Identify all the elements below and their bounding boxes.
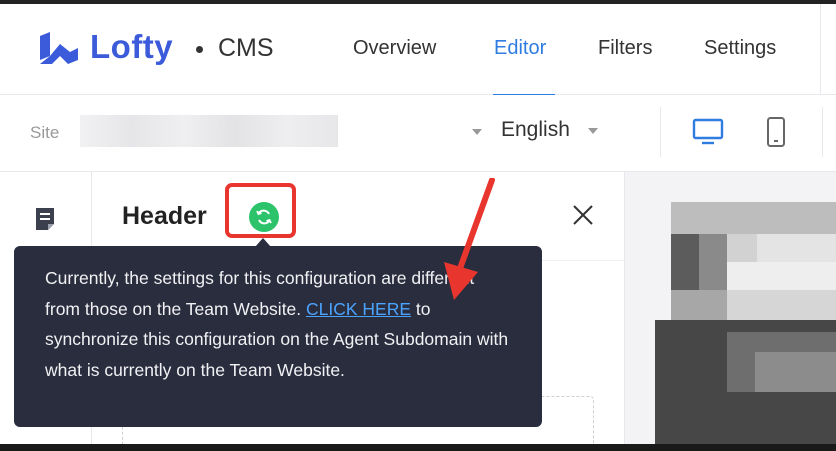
preview-block [727, 290, 836, 320]
tab-settings[interactable]: Settings [704, 37, 776, 60]
top-navigation: Lofty CMS Overview Editor Filters Settin… [0, 4, 836, 97]
preview-block [757, 234, 836, 262]
site-label: Site [30, 123, 60, 142]
annotation-arrow-icon [444, 178, 495, 300]
editor-toolbar: Site English [0, 95, 836, 172]
language-dropdown-caret-icon[interactable] [588, 128, 598, 134]
preview-block [755, 352, 836, 392]
window-bottom-edge [0, 444, 836, 451]
preview-block [671, 202, 836, 234]
page-icon[interactable] [34, 206, 56, 232]
preview-block [671, 290, 727, 320]
product-name: CMS [218, 34, 274, 62]
preview-block [671, 234, 699, 290]
app-window: Lofty CMS Overview Editor Filters Settin… [0, 0, 836, 451]
lofty-logo-icon [40, 32, 78, 64]
sync-icon [256, 209, 272, 225]
mobile-icon [767, 117, 785, 147]
tab-overview[interactable]: Overview [353, 37, 436, 60]
tab-filters[interactable]: Filters [598, 37, 652, 60]
panel-title: Header [122, 202, 207, 230]
desktop-view-button[interactable] [688, 112, 728, 152]
close-icon[interactable] [570, 202, 596, 228]
site-dropdown-caret-icon[interactable] [472, 129, 482, 135]
tab-editor[interactable]: Editor [494, 37, 546, 60]
preview-block [727, 234, 757, 262]
brand-name: Lofty [90, 28, 174, 65]
nav-divider [820, 4, 821, 94]
click-here-link[interactable]: CLICK HERE [306, 299, 411, 319]
preview-block [699, 234, 727, 290]
preview-block [727, 262, 836, 290]
site-preview [624, 172, 836, 451]
language-select[interactable]: English [501, 118, 570, 142]
site-select-value-redacted[interactable] [80, 115, 338, 147]
toolbar-divider-right [822, 107, 823, 157]
mobile-view-button[interactable] [756, 112, 796, 152]
desktop-icon [692, 118, 724, 145]
brand-separator [196, 46, 203, 53]
toolbar-divider [660, 107, 661, 157]
sync-button[interactable] [249, 202, 279, 232]
